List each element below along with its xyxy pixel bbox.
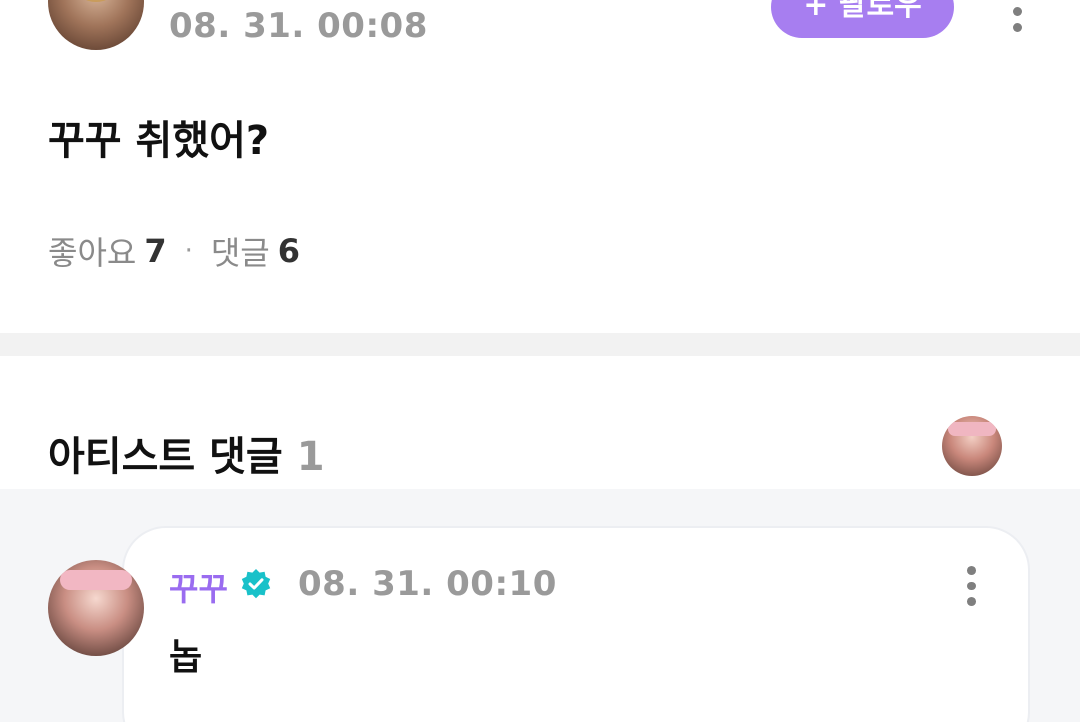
post-timestamp: 08. 31. 00:08 [169,6,428,46]
more-options-icon[interactable] [1004,0,1030,32]
artist-avatar[interactable] [942,416,1002,476]
artist-comments-count: 1 [296,434,325,480]
likes-count: 7 [144,232,167,270]
follow-button[interactable]: + 팔로우 [771,0,954,38]
section-divider [0,333,1080,356]
comment-timestamp: 08. 31. 00:10 [298,564,557,604]
commenter-name[interactable]: 꾸꾸 [169,564,228,610]
author-avatar[interactable] [48,0,144,50]
commenter-avatar[interactable] [48,560,144,656]
post-detail-page: 08. 31. 00:08 + 팔로우 꾸꾸 취했어? 좋아요 7 · 댓글 6… [0,0,1080,722]
comment-text: 놉 [169,637,203,678]
post-stats: 좋아요 7 · 댓글 6 [48,228,300,274]
likes-label: 좋아요 [48,234,137,272]
comments-count: 6 [277,232,301,270]
comment-card [122,526,1030,722]
artist-comments-label: 아티스트 댓글 [48,434,283,480]
follow-label: + 팔로우 [803,0,922,23]
stats-separator: · [184,236,193,266]
comment-more-icon[interactable] [958,566,984,607]
comments-label[interactable]: 댓글 [211,228,270,274]
post-header: 08. 31. 00:08 + 팔로우 [0,0,1080,60]
verified-badge-icon [241,569,271,599]
post-text: 꾸꾸 취했어? [48,118,270,164]
artist-comments-title: 아티스트 댓글 1 [48,424,325,482]
